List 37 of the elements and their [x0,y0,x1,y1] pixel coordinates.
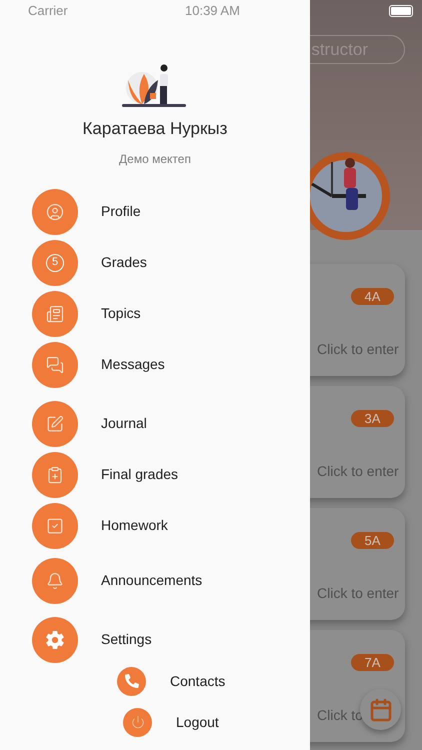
carrier-text: Carrier [28,2,68,20]
card-action-text: Click to enter [317,584,399,603]
chat-bubbles-icon [46,356,64,374]
menu-label: Final grades [101,465,178,484]
menu-label: Settings [101,630,152,649]
menu-label: Journal [101,414,147,433]
menu-label: Grades [101,253,147,272]
checkbox-icon [46,516,64,534]
class-badge: 4A [351,288,394,305]
class-badge: 5A [351,532,394,549]
bell-icon [46,572,64,590]
grade-number-icon: 5 [46,254,64,272]
menu-label: Homework [101,516,168,535]
power-icon [130,715,144,729]
menu-label: Profile [101,202,141,221]
battery-icon [389,5,413,17]
user-icon [46,202,64,220]
school-name: Демо мектеп [119,150,191,168]
settings-icon [45,630,65,650]
menu-label: Topics [101,304,141,323]
user-name: Каратаева Нуркыз [82,118,228,140]
edit-icon [46,414,64,432]
menu-label: Messages [101,355,165,374]
menu-item[interactable]: Profile [32,188,310,234]
clipboard-icon [46,466,64,484]
document-stack-icon [46,304,64,322]
plant-and-person-drawing [122,62,188,108]
phone-icon [124,674,138,688]
time-text: 10:39 AM [185,2,240,20]
card-action-text: Click to enter [317,462,399,481]
card-action-text: Click to enter [317,340,399,359]
footer-label: Contacts [170,672,226,690]
footer-label: Logout [176,712,219,732]
class-badge: 7A [351,654,394,671]
menu-label: Announcements [101,571,202,590]
calendar-icon [368,698,392,722]
class-badge: 3A [351,410,394,427]
